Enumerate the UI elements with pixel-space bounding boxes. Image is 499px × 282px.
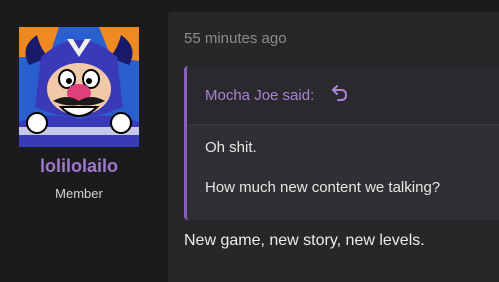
user-panel: lolilolailo Member [0,0,158,271]
reply-arrow-icon[interactable] [332,84,348,102]
quote-line-1: Oh shit. [205,139,257,156]
avatar-image [19,27,139,147]
avatar[interactable] [19,27,139,147]
quote-line-2: How much new content we talking? [205,179,441,196]
quote-author[interactable]: Mocha Joe said: [205,87,314,104]
username[interactable]: lolilolailo [0,156,158,177]
post-timestamp[interactable]: 55 minutes ago [184,30,287,47]
post: 55 minutes ago Mocha Joe said: Oh shit. … [168,12,499,282]
quote-block: Mocha Joe said: Oh shit. How much new co… [184,66,499,220]
post-message: New game, new story, new levels. [184,232,425,249]
reply-arrow-icon-svg [332,85,348,101]
quote-header: Mocha Joe said: [187,66,499,125]
user-title: Member [55,186,103,201]
